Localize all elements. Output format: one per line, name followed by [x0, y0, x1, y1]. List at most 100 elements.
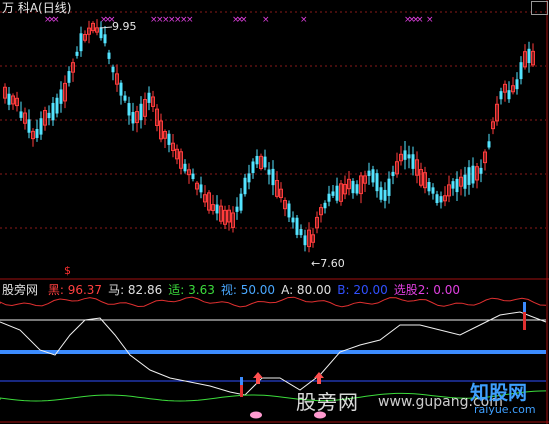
high-price-label: 9.95: [112, 20, 137, 33]
low-price-label: ←7.60: [311, 257, 345, 270]
watermark-text: 股旁网: [296, 390, 359, 414]
watermark-url-2: raiyue.com: [474, 403, 536, 416]
window-toggle-icon[interactable]: [531, 1, 548, 15]
watermark-logo: 知股网: [470, 382, 528, 404]
candle-body-down: [451, 181, 455, 189]
candle-body-down: [299, 229, 303, 236]
indicator-item: A: 80.00: [281, 283, 332, 297]
candle-body-down: [103, 34, 107, 44]
candle-body-down: [19, 111, 23, 118]
candle-body-down: [79, 33, 83, 52]
buy-marker-icon: $: [64, 264, 71, 277]
candle-body-down: [7, 93, 11, 105]
candle-body-down: [383, 189, 387, 201]
pink-signal-dot: [250, 411, 262, 419]
signal-marker: ×: [52, 15, 60, 25]
candle-body-down: [435, 194, 439, 204]
candle-body-down: [111, 66, 115, 73]
candle-body-down: [27, 119, 31, 133]
candle-body-down: [199, 184, 203, 193]
indicator-item: 马: 82.86: [108, 283, 163, 297]
candle-body-down: [215, 204, 219, 214]
candle-body-down: [99, 27, 103, 39]
indicator-name: 股旁网: [2, 283, 39, 297]
candle-body-down: [431, 187, 435, 194]
up-arrow-icon: [314, 372, 324, 384]
candle-body-down: [507, 90, 511, 100]
candle-body-down: [67, 71, 71, 83]
signal-marker: ×: [300, 15, 308, 25]
signal-marker: ×: [262, 15, 270, 25]
candle-body-down: [243, 177, 247, 195]
indicator-item: B: 20.00: [337, 283, 388, 297]
candle-body-down: [119, 82, 123, 96]
candle-body-down: [59, 89, 63, 104]
candle-body-down: [235, 206, 239, 212]
candle-body-down: [139, 103, 143, 121]
candle-body-down: [39, 118, 43, 135]
high-pointer-line: [99, 26, 113, 29]
indicator-item: 适: 3.63: [168, 283, 215, 297]
candle-body-down: [463, 174, 467, 189]
signal-marker: ×: [426, 15, 434, 25]
candle-body-down: [355, 184, 359, 194]
candle-body-down: [407, 154, 411, 159]
candle-body-down: [387, 178, 391, 196]
candle-body-down: [271, 168, 275, 186]
candle-body-down: [55, 97, 59, 114]
signal-bar-top: [240, 377, 243, 385]
candle-body-down: [427, 182, 431, 192]
chart-title: 万 科A(日线): [2, 1, 72, 15]
candle-body-down: [367, 170, 371, 176]
candle-body-down: [291, 217, 295, 223]
candle-body-down: [327, 193, 331, 202]
candle-body-down: [371, 169, 375, 183]
candle-body-down: [515, 79, 519, 90]
top-signal-markers: ××× ××× ××××××× ××× × × ×××× ×: [44, 15, 434, 25]
candle-body-down: [123, 95, 127, 101]
signal-marker: ×: [186, 15, 194, 25]
candle-body-down: [239, 193, 243, 211]
indicator-item: 选股2: 0.00: [393, 283, 460, 297]
candle-body-down: [487, 141, 491, 148]
candle-body-down: [411, 154, 415, 169]
candle-body-down: [267, 169, 271, 175]
candle-body-down: [147, 92, 151, 103]
candle-body-down: [527, 48, 531, 64]
candle-body-down: [251, 161, 255, 174]
candle-body-down: [455, 178, 459, 193]
signal-bar-top: [523, 302, 526, 312]
stock-chart-canvas[interactable]: ××× ××× ××××××× ××× × × ×××× ×: [0, 0, 549, 424]
candle-body-down: [467, 167, 471, 185]
candle-body-down: [351, 180, 355, 194]
indicator-legend: 股旁网 黑: 96.37 马: 82.86 适: 3.63 视: 50.00 A: 80…: [2, 282, 460, 298]
candle-body-down: [35, 129, 39, 138]
candle-body-down: [403, 150, 407, 160]
candle-body-down: [323, 202, 327, 209]
candle-body-down: [127, 103, 131, 116]
candle-body-down: [295, 217, 299, 235]
signal-marker: ×: [416, 15, 424, 25]
candle-body-down: [375, 173, 379, 192]
candle-body-down: [167, 133, 171, 145]
candle-body-down: [75, 51, 79, 56]
signal-marker: ×: [240, 15, 248, 25]
indicator-item: 视: 50.00: [220, 283, 276, 297]
candle-body-down: [287, 203, 291, 218]
candle-body-down: [255, 155, 259, 165]
candle-body-down: [439, 196, 443, 203]
candle-body-down: [263, 156, 267, 168]
candle-body-down: [335, 185, 339, 201]
candle-body-down: [107, 52, 111, 59]
red-indicator-line: [0, 296, 547, 308]
candle-body-down: [379, 187, 383, 200]
indicator-item: 黑: 96.37: [47, 283, 103, 297]
candle-body-down: [519, 62, 523, 80]
candle-body-down: [479, 167, 483, 174]
candle-body-down: [47, 112, 51, 119]
candle-body-down: [183, 163, 187, 172]
candle-body-down: [191, 173, 195, 180]
candle-body-down: [499, 91, 503, 100]
candle-body-down: [247, 173, 251, 183]
candlestick-series[interactable]: [3, 19, 535, 253]
